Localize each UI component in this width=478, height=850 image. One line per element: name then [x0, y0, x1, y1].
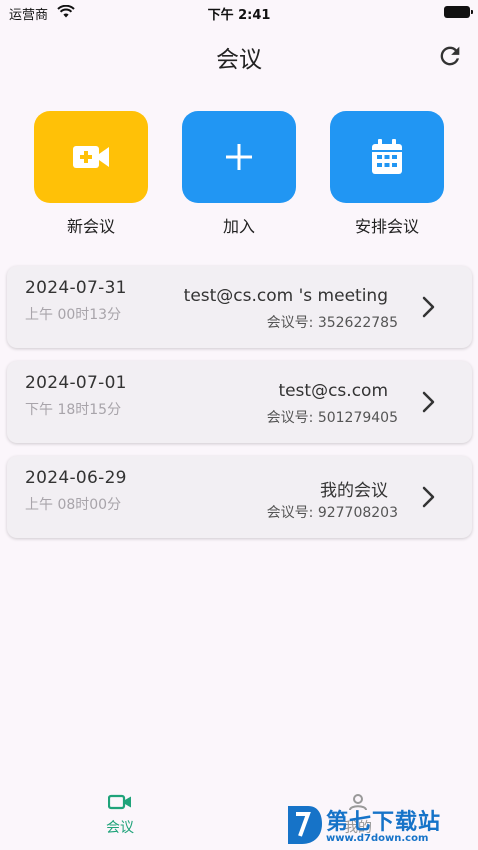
schedule-meeting-tile[interactable] — [330, 111, 444, 203]
chevron-right-icon[interactable] — [421, 485, 437, 509]
new-meeting-label: 新会议 — [66, 217, 115, 236]
video-camera-icon — [107, 794, 131, 810]
status-bar: 运营商 下午 2:41 — [0, 0, 478, 24]
page-title: 会议 — [216, 47, 262, 73]
plus-icon — [226, 144, 252, 170]
watermark: 第七下载站 www.d7down.com — [284, 800, 474, 848]
watermark-logo — [288, 806, 322, 844]
join-meeting-label: 加入 — [222, 217, 255, 236]
meeting-title: 我的会议 — [320, 481, 388, 501]
tab-meetings[interactable]: 会议 — [80, 793, 160, 837]
meeting-id: 会议号: 501279405 — [266, 410, 398, 426]
meeting-time: 下午 18时15分 — [25, 402, 122, 418]
status-time: 下午 2:41 — [207, 8, 271, 23]
calendar-icon — [372, 139, 402, 174]
schedule-meeting-label: 安排会议 — [354, 217, 419, 236]
meeting-card[interactable]: 2024-06-29 上午 08时00分 我的会议 会议号: 927708203 — [7, 456, 472, 538]
meeting-time: 上午 08时00分 — [25, 497, 122, 513]
meeting-card[interactable]: 2024-07-31 上午 00时13分 test@cs.com 's meet… — [7, 266, 472, 348]
video-plus-icon — [73, 146, 109, 168]
watermark-name: 第七下载站 — [326, 810, 442, 835]
join-meeting-button[interactable]: 加入 — [182, 111, 296, 237]
meeting-id: 会议号: 352622785 — [266, 315, 398, 331]
schedule-meeting-button[interactable]: 安排会议 — [330, 111, 444, 237]
meeting-title: test@cs.com — [278, 381, 388, 401]
join-meeting-tile[interactable] — [182, 111, 296, 203]
meeting-title: test@cs.com 's meeting — [183, 286, 388, 306]
meeting-time: 上午 00时13分 — [25, 307, 122, 323]
watermark-url: www.d7down.com — [326, 833, 429, 844]
chevron-right-icon[interactable] — [421, 295, 437, 319]
chevron-right-icon[interactable] — [421, 390, 437, 414]
meeting-date: 2024-07-31 — [25, 278, 127, 298]
refresh-icon[interactable] — [436, 42, 464, 70]
meeting-date: 2024-06-29 — [25, 468, 127, 488]
new-meeting-tile[interactable] — [34, 111, 148, 203]
new-meeting-button[interactable]: 新会议 — [34, 111, 148, 237]
battery-icon — [444, 6, 473, 18]
meeting-date: 2024-07-01 — [25, 373, 127, 393]
meeting-id: 会议号: 927708203 — [266, 505, 398, 521]
tab-meetings-label: 会议 — [106, 820, 134, 836]
meeting-card[interactable]: 2024-07-01 下午 18时15分 test@cs.com 会议号: 50… — [7, 361, 472, 443]
